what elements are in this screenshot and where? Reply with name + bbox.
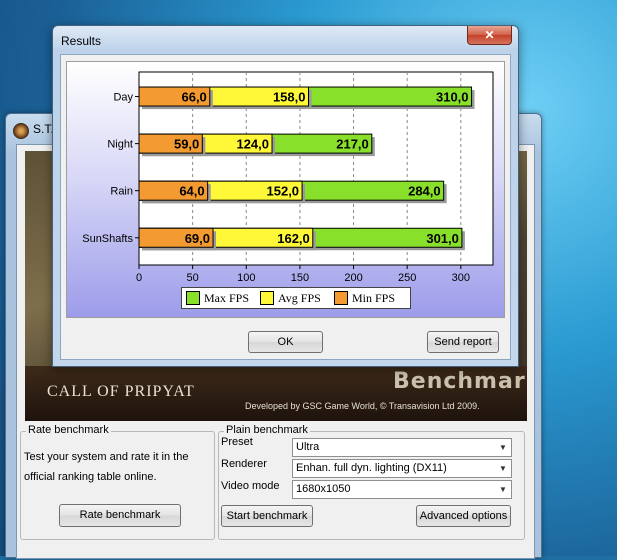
- ok-button[interactable]: OK: [248, 331, 323, 353]
- x-tick-label: 300: [452, 272, 470, 284]
- data-label: 158,0: [273, 90, 306, 105]
- launcher-title: S.T.: [33, 122, 54, 136]
- plain-benchmark-group: Plain benchmark Preset Ultra ▼ Renderer …: [218, 424, 525, 540]
- banner-subtitle: CALL OF PRIPYAT: [47, 383, 195, 400]
- chevron-down-icon[interactable]: ▼: [495, 481, 511, 498]
- category-label: Night: [107, 139, 133, 151]
- preset-select[interactable]: Ultra ▼: [292, 438, 512, 457]
- app-icon: [13, 123, 29, 139]
- fps-chart: 0 50 100 150 200 250 300 Day 310,0 158,0 66,0 Night…: [66, 61, 505, 318]
- results-window: Results ✕ 0 50 100 150 200 250 300 Day 310,0 158,…: [52, 25, 519, 367]
- results-title: Results: [61, 34, 102, 48]
- legend-swatch: [334, 291, 348, 305]
- data-label: 162,0: [277, 231, 310, 246]
- results-client: 0 50 100 150 200 250 300 Day 310,0 158,0 66,0 Night…: [60, 54, 511, 360]
- data-label: 69,0: [185, 231, 210, 246]
- category-label: SunShafts: [82, 233, 133, 245]
- legend-label: Min FPS: [352, 291, 396, 305]
- data-label: 64,0: [179, 184, 204, 199]
- data-label: 310,0: [436, 90, 469, 105]
- plain-group-legend: Plain benchmark: [224, 424, 310, 436]
- x-tick-label: 50: [187, 272, 199, 284]
- x-tick-label: 150: [291, 272, 309, 284]
- start-benchmark-button[interactable]: Start benchmark: [221, 505, 313, 527]
- data-label: 301,0: [426, 231, 459, 246]
- data-label: 66,0: [181, 90, 206, 105]
- renderer-select[interactable]: Enhan. full dyn. lighting (DX11) ▼: [292, 459, 512, 478]
- category-label: Rain: [110, 186, 133, 198]
- video-mode-label: Video mode: [221, 480, 280, 492]
- video-mode-value: 1680x1050: [296, 483, 351, 495]
- x-tick-label: 0: [136, 272, 142, 284]
- rate-description: Test your system and rate it in the offi…: [24, 451, 189, 483]
- data-label: 152,0: [267, 184, 300, 199]
- rate-benchmark-button[interactable]: Rate benchmark: [59, 504, 181, 527]
- banner-credits: Developed by GSC Game World, © Transavis…: [245, 401, 480, 411]
- chevron-down-icon[interactable]: ▼: [495, 460, 511, 477]
- data-label: 284,0: [408, 184, 441, 199]
- data-label: 217,0: [336, 137, 369, 152]
- renderer-value: Enhan. full dyn. lighting (DX11): [296, 462, 447, 474]
- renderer-label: Renderer: [221, 458, 267, 470]
- video-mode-select[interactable]: 1680x1050 ▼: [292, 480, 512, 499]
- legend-label: Max FPS: [204, 291, 250, 305]
- send-report-button[interactable]: Send report: [427, 331, 499, 353]
- chevron-down-icon[interactable]: ▼: [495, 439, 511, 456]
- chart-legend: Max FPS Avg FPS Min FPS: [181, 287, 411, 309]
- legend-swatch: [186, 291, 200, 305]
- preset-value: Ultra: [296, 441, 320, 453]
- banner-benchmark-title: Benchmark: [393, 369, 527, 394]
- category-label: Day: [113, 92, 133, 104]
- data-label: 124,0: [236, 137, 269, 152]
- x-tick-label: 200: [344, 272, 362, 284]
- close-icon[interactable]: ✕: [467, 26, 512, 45]
- legend-label: Avg FPS: [278, 291, 321, 305]
- advanced-options-button[interactable]: Advanced options: [416, 505, 511, 527]
- data-label: 59,0: [174, 137, 199, 152]
- fps-chart-svg: 0 50 100 150 200 250 300 Day 310,0 158,0 66,0 Night…: [82, 71, 494, 284]
- x-tick-label: 250: [398, 272, 416, 284]
- x-tick-label: 100: [237, 272, 255, 284]
- rate-benchmark-group: Rate benchmark Test your system and rate…: [20, 424, 215, 540]
- rate-group-legend: Rate benchmark: [26, 424, 111, 436]
- preset-label: Preset: [221, 436, 253, 448]
- legend-swatch: [260, 291, 274, 305]
